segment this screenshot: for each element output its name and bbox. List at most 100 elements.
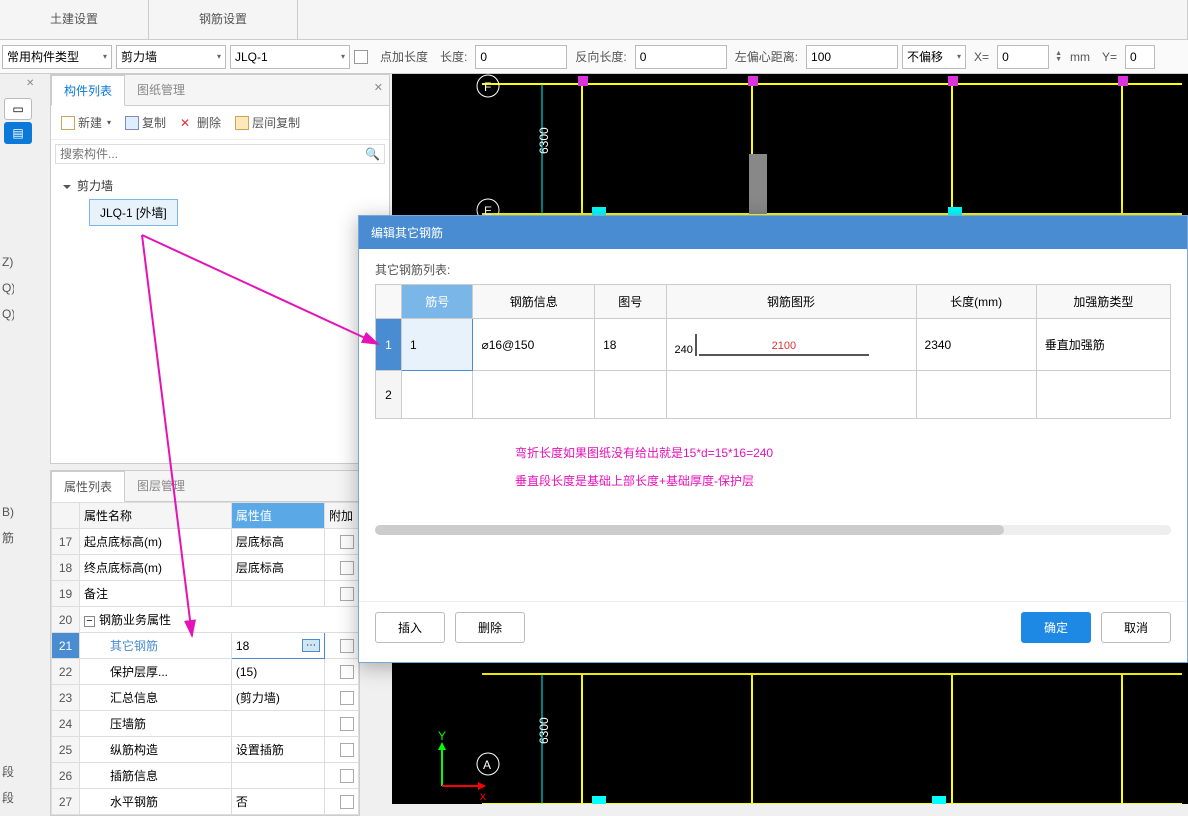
prop-extra[interactable] (325, 789, 359, 815)
checkbox[interactable] (340, 691, 354, 705)
col-bar-no[interactable]: 筋号 (402, 285, 473, 319)
side-item[interactable]: Z) (0, 250, 14, 276)
cell-shape[interactable]: 240 2100 (666, 319, 916, 371)
checkbox[interactable] (340, 743, 354, 757)
prop-extra[interactable] (325, 763, 359, 789)
checkbox[interactable] (340, 795, 354, 809)
cell-bar-no[interactable]: 1 (402, 319, 473, 371)
copy-button[interactable]: 复制 (121, 112, 170, 133)
prop-value[interactable]: 层底标高 (231, 555, 324, 581)
tab-prop-list[interactable]: 属性列表 (51, 471, 125, 502)
col-length[interactable]: 长度(mm) (916, 285, 1036, 319)
y-input[interactable] (1125, 45, 1155, 69)
search-box[interactable]: 🔍 (55, 144, 385, 164)
top-tabs: 土建设置 钢筋设置 (0, 0, 1188, 40)
tab-rebar[interactable]: 钢筋设置 (149, 0, 298, 39)
ok-button[interactable]: 确定 (1021, 612, 1091, 643)
prop-extra[interactable] (325, 633, 359, 659)
search-input[interactable] (60, 147, 365, 161)
ellipsis-button[interactable]: ⋯ (302, 639, 320, 652)
cell-info[interactable]: ⌀16@150 (473, 319, 595, 371)
new-button[interactable]: 新建▾ (57, 112, 115, 133)
col-shape[interactable]: 钢筋图形 (666, 285, 916, 319)
prop-extra[interactable] (325, 529, 359, 555)
view-button-2[interactable]: ▤ (4, 122, 32, 144)
prop-value[interactable]: 18⋯ (231, 633, 324, 659)
rev-length-input[interactable] (635, 45, 727, 69)
prop-extra[interactable] (325, 737, 359, 763)
table-row[interactable]: 21其它钢筋18⋯ (52, 633, 359, 659)
prop-value[interactable]: 层底标高 (231, 529, 324, 555)
combo-wall-type[interactable]: 剪力墙 ▾ (116, 45, 226, 69)
insert-button[interactable]: 插入 (375, 612, 445, 643)
checkbox[interactable] (340, 717, 354, 731)
table-row[interactable]: 17起点底标高(m)层底标高 (52, 529, 359, 555)
table-row[interactable]: 19备注 (52, 581, 359, 607)
checkbox[interactable] (340, 561, 354, 575)
combo-offset[interactable]: 不偏移 ▾ (902, 45, 966, 69)
side-item[interactable]: 段(R) (0, 760, 14, 786)
length-input[interactable] (475, 45, 567, 69)
x-spinner[interactable]: ▲▼ (1055, 51, 1062, 63)
table-row[interactable]: 2 (376, 371, 1171, 419)
delete-button[interactable]: ✕删除 (176, 112, 225, 133)
side-item[interactable]: Q) (0, 302, 14, 328)
prop-value[interactable] (231, 581, 324, 607)
table-row[interactable]: 20−钢筋业务属性 (52, 607, 359, 633)
x-input[interactable] (997, 45, 1049, 69)
prop-value[interactable] (231, 763, 324, 789)
prop-extra[interactable] (325, 711, 359, 737)
col-kind[interactable]: 加强筋类型 (1036, 285, 1170, 319)
table-row[interactable]: 26插筋信息 (52, 763, 359, 789)
cell-fig[interactable]: 18 (595, 319, 666, 371)
table-row[interactable]: 24压墙筋 (52, 711, 359, 737)
tab-drawing-mgmt[interactable]: 图纸管理 (125, 75, 197, 105)
prop-extra[interactable] (325, 555, 359, 581)
prop-value[interactable]: (15) (231, 659, 324, 685)
delete-button[interactable]: 删除 (455, 612, 525, 643)
tab-component-list[interactable]: 构件列表 (51, 75, 125, 106)
view-button-1[interactable]: ▭ (4, 98, 32, 120)
cell-kind[interactable]: 垂直加强筋 (1036, 319, 1170, 371)
horizontal-scrollbar[interactable] (375, 525, 1171, 535)
table-row[interactable]: 22保护层厚...(15) (52, 659, 359, 685)
tab-layer-mgmt[interactable]: 图层管理 (125, 471, 197, 501)
cancel-button[interactable]: 取消 (1101, 612, 1171, 643)
left-ecc-input[interactable] (806, 45, 898, 69)
table-row[interactable]: 23汇总信息(剪力墙) (52, 685, 359, 711)
side-item[interactable]: Q) (0, 276, 14, 302)
checkbox[interactable] (340, 665, 354, 679)
combo-component-type[interactable]: 常用构件类型 ▾ (2, 45, 112, 69)
prop-value[interactable]: 设置插筋 (231, 737, 324, 763)
table-row[interactable]: 25纵筋构造设置插筋 (52, 737, 359, 763)
checkbox[interactable] (340, 535, 354, 549)
combo-wall-name[interactable]: JLQ-1 ▾ (230, 45, 350, 69)
close-icon[interactable]: ✕ (374, 81, 383, 94)
prop-value[interactable] (231, 711, 324, 737)
cell-length[interactable]: 2340 (916, 319, 1036, 371)
side-item[interactable]: B) (0, 500, 14, 526)
checkbox[interactable] (340, 587, 354, 601)
col-bar-info[interactable]: 钢筋信息 (473, 285, 595, 319)
floor-copy-button[interactable]: 层间复制 (231, 112, 304, 133)
prop-extra[interactable] (325, 659, 359, 685)
checkbox[interactable] (340, 639, 354, 653)
close-icon[interactable]: ✕ (26, 78, 34, 89)
tab-empty (298, 0, 1188, 39)
side-item[interactable]: 段(R) (0, 786, 14, 812)
tree-root[interactable]: 剪力墙 (59, 172, 381, 199)
prop-value[interactable]: (剪力墙) (231, 685, 324, 711)
col-fig-no[interactable]: 图号 (595, 285, 666, 319)
checkbox[interactable] (340, 769, 354, 783)
table-row[interactable]: 27水平钢筋否 (52, 789, 359, 815)
prop-value[interactable]: 否 (231, 789, 324, 815)
search-icon[interactable]: 🔍 (365, 147, 380, 161)
table-row[interactable]: 18终点底标高(m)层底标高 (52, 555, 359, 581)
tree-child-jlq1[interactable]: JLQ-1 [外墙] (89, 199, 178, 226)
tab-earthwork[interactable]: 土建设置 (0, 0, 149, 39)
table-row[interactable]: 1 1 ⌀16@150 18 240 2100 2340 垂直加强筋 (376, 319, 1171, 371)
side-item[interactable]: 筋(S) (0, 526, 14, 552)
prop-extra[interactable] (325, 581, 359, 607)
prop-extra[interactable] (325, 685, 359, 711)
checkbox-point-length[interactable] (354, 50, 368, 64)
